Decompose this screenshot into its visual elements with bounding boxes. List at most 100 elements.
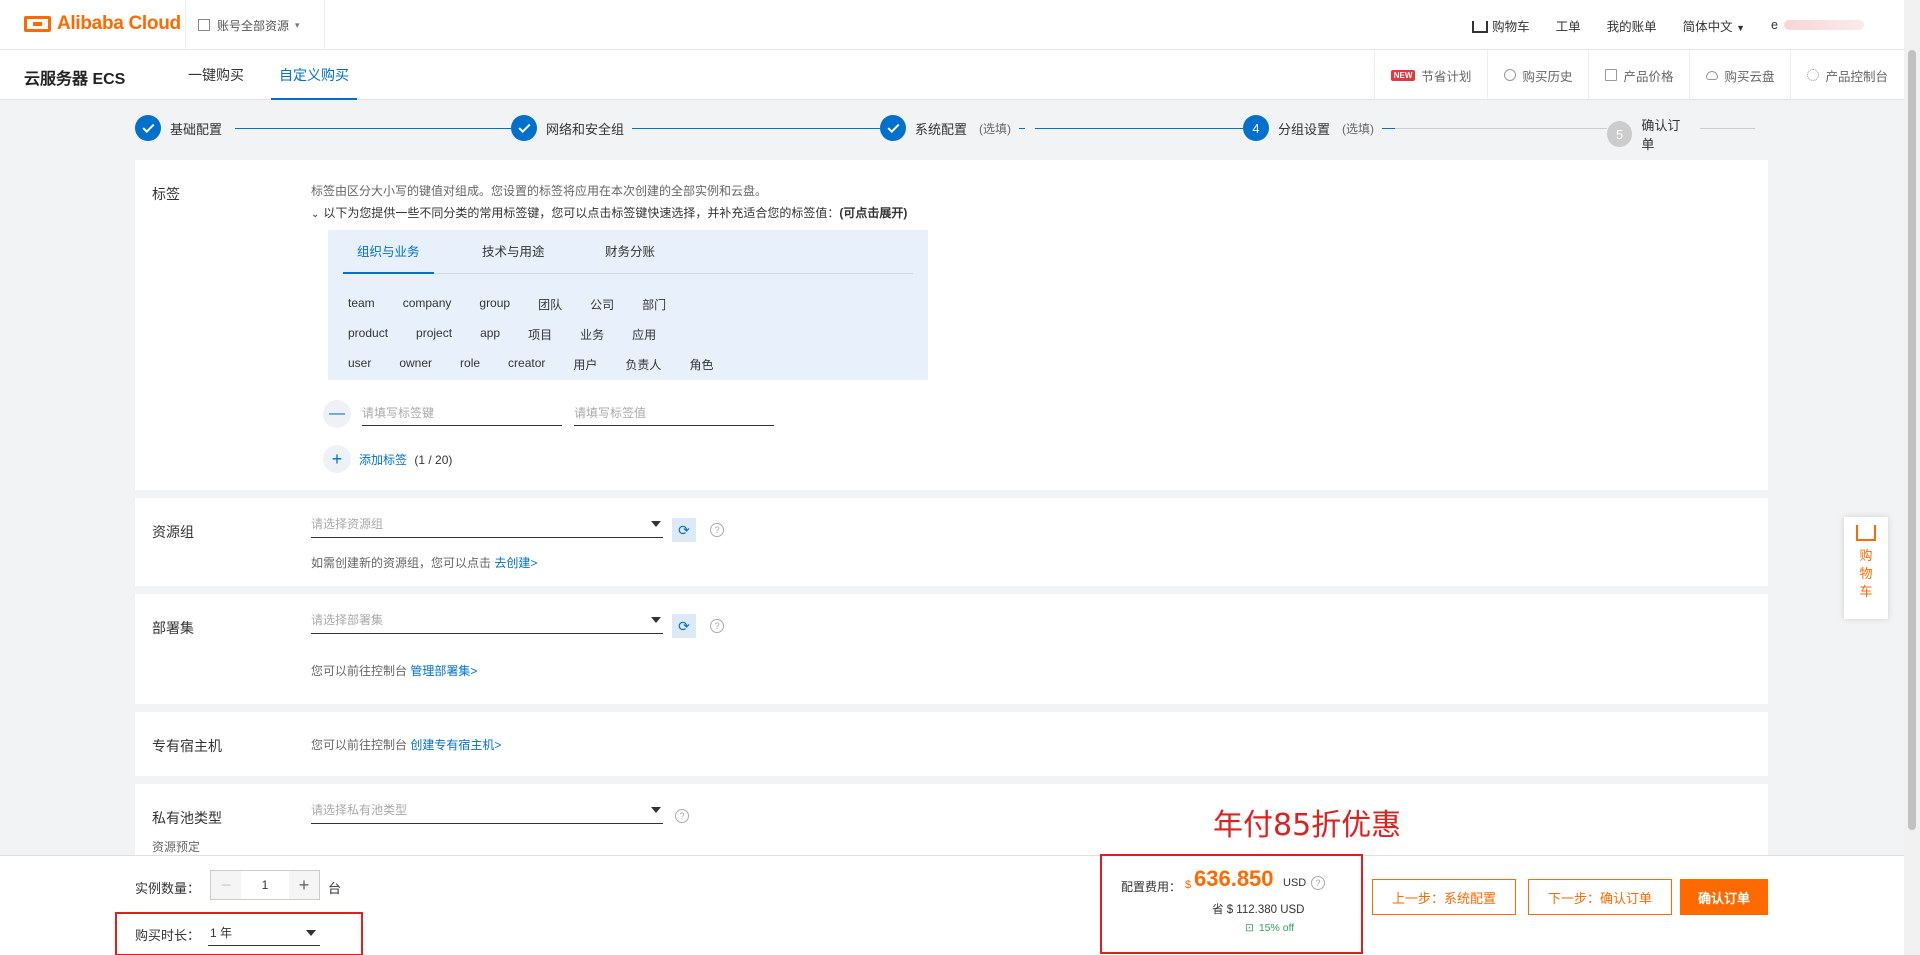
resource-group-select[interactable]: 请选择资源组 bbox=[311, 510, 663, 538]
cost-label: 配置费用： bbox=[1121, 880, 1182, 894]
tag-key[interactable]: 用户 bbox=[573, 356, 597, 373]
tab-org-business[interactable]: 组织与业务 bbox=[343, 230, 434, 274]
refresh-icon[interactable]: ⟳ bbox=[672, 518, 696, 542]
decrement-button[interactable]: − bbox=[211, 871, 241, 899]
tag-key-input[interactable]: 请填写标签键 bbox=[362, 400, 562, 426]
resource-scope-selector[interactable]: 账号全部资源 ▾ bbox=[185, 0, 325, 50]
step-group-settings[interactable]: 4 分组设置 (选填) bbox=[1243, 115, 1383, 141]
quantity-label: 实例数量： bbox=[135, 881, 201, 896]
private-pool-label: 私有池类型 bbox=[152, 810, 222, 826]
deployment-set-label: 部署集 bbox=[152, 620, 194, 636]
dedicated-host-hint-text: 您可以前往控制台 bbox=[311, 738, 408, 752]
savings-plan-link[interactable]: NEW 节省计划 bbox=[1373, 50, 1488, 100]
tag-key[interactable]: 项目 bbox=[528, 326, 552, 343]
increment-button[interactable]: + bbox=[289, 871, 319, 899]
tag-key[interactable]: 角色 bbox=[689, 356, 713, 373]
quantity-stepper[interactable]: − 1 + bbox=[210, 870, 320, 900]
tag-key[interactable]: 业务 bbox=[580, 326, 604, 343]
help-icon[interactable]: ? bbox=[710, 523, 724, 537]
tags-section: 标签 标签由区分大小写的键值对组成。您设置的标签将应用在本次创建的全部实例和云盘… bbox=[135, 160, 1768, 490]
check-icon bbox=[141, 120, 155, 133]
resource-list-icon bbox=[198, 19, 210, 31]
chevron-down-icon: ⌄ bbox=[311, 209, 320, 220]
step-done-circle bbox=[135, 115, 161, 141]
alibaba-cloud-logo[interactable]: Alibaba Cloud bbox=[24, 13, 181, 35]
remove-tag-button[interactable]: — bbox=[323, 400, 351, 428]
tag-key[interactable]: company bbox=[403, 296, 452, 313]
tag-key[interactable]: 部门 bbox=[642, 296, 666, 313]
step-label: 网络和安全组 bbox=[546, 121, 625, 137]
confirm-order-button[interactable]: 确认订单 bbox=[1680, 879, 1768, 915]
duration-label: 购买时长： bbox=[135, 928, 201, 943]
document-icon bbox=[1605, 69, 1618, 81]
tag-key[interactable]: user bbox=[348, 356, 371, 373]
top-bar: Alibaba Cloud 账号全部资源 ▾ 购物车 工单 我的账单 简体中文 … bbox=[0, 0, 1904, 50]
scrollbar-thumb[interactable] bbox=[1908, 50, 1916, 830]
tag-key[interactable]: group bbox=[479, 296, 510, 313]
product-price-link[interactable]: 产品价格 bbox=[1588, 50, 1689, 100]
prev-step-button[interactable]: 上一步：系统配置 bbox=[1372, 879, 1516, 915]
tag-key-row: product project app 项目 业务 应用 bbox=[348, 326, 684, 343]
floating-cart[interactable]: 购 物 车 bbox=[1844, 517, 1888, 619]
product-nav: 云服务器 ECS 一键购买 自定义购买 NEW 节省计划 购买历史 产品价格 购买… bbox=[0, 50, 1904, 100]
chevron-down-icon: ▾ bbox=[295, 19, 300, 30]
refresh-icon[interactable]: ⟳ bbox=[672, 614, 696, 638]
tag-key[interactable]: 应用 bbox=[632, 326, 656, 343]
deployment-set-select[interactable]: 请选择部署集 bbox=[311, 606, 663, 634]
discount-badge: ⊡ 15% off bbox=[1245, 922, 1294, 934]
help-icon[interactable]: ? bbox=[675, 809, 689, 823]
tag-key[interactable]: 负责人 bbox=[625, 356, 661, 373]
tag-key[interactable]: product bbox=[348, 326, 388, 343]
add-tag-link[interactable]: 添加标签 bbox=[359, 453, 407, 467]
quantity-value[interactable]: 1 bbox=[241, 871, 289, 899]
cart-link[interactable]: 购物车 bbox=[1472, 16, 1530, 35]
tag-key[interactable]: creator bbox=[508, 356, 545, 373]
savings-plan-label: 节省计划 bbox=[1421, 69, 1472, 84]
ticket-link[interactable]: 工单 bbox=[1556, 16, 1581, 35]
private-pool-placeholder: 请选择私有池类型 bbox=[311, 803, 408, 817]
tag-key[interactable]: team bbox=[348, 296, 375, 313]
help-icon[interactable]: ? bbox=[1311, 876, 1325, 890]
buy-disk-link[interactable]: 购买云盘 bbox=[1689, 50, 1790, 100]
language-selector[interactable]: 简体中文 ▼ bbox=[1683, 16, 1745, 35]
next-step-button[interactable]: 下一步：确认订单 bbox=[1528, 879, 1672, 915]
private-pool-select[interactable]: 请选择私有池类型 bbox=[311, 796, 663, 824]
tag-key[interactable]: 公司 bbox=[590, 296, 614, 313]
tag-key[interactable]: app bbox=[480, 326, 500, 343]
cost-unit: USD bbox=[1283, 877, 1307, 889]
duration-select[interactable]: 1 年 bbox=[208, 920, 320, 946]
quantity-unit: 台 bbox=[328, 881, 342, 896]
tags-hint[interactable]: ⌄ 以下为您提供一些不同分类的常用标签键，您可以点击标签键快速选择，并补充适合您的… bbox=[311, 204, 907, 221]
tab-finance[interactable]: 财务分账 bbox=[591, 230, 669, 274]
scrollbar[interactable] bbox=[1904, 0, 1920, 955]
product-price-label: 产品价格 bbox=[1623, 69, 1674, 84]
step-confirm-order[interactable]: 5 确认订单 bbox=[1607, 115, 1700, 153]
step-network-security[interactable]: 网络和安全组 bbox=[511, 115, 633, 141]
tag-key[interactable]: 团队 bbox=[538, 296, 562, 313]
step-system-config[interactable]: 系统配置 (选填) bbox=[880, 115, 1020, 141]
tab-tech-usage[interactable]: 技术与用途 bbox=[468, 230, 559, 274]
tag-suggestion-panel: 组织与业务 技术与用途 财务分账 team company group 团队 公… bbox=[328, 230, 928, 380]
bill-link[interactable]: 我的账单 bbox=[1607, 16, 1657, 35]
tag-key[interactable]: role bbox=[460, 356, 480, 373]
tab-custom-buy[interactable]: 自定义购买 bbox=[271, 50, 357, 100]
tag-category-tabs: 组织与业务 技术与用途 财务分账 bbox=[343, 230, 913, 274]
account-menu[interactable]: e bbox=[1771, 18, 1864, 32]
step-basic-config[interactable]: 基础配置 bbox=[135, 115, 231, 141]
tag-key[interactable]: project bbox=[416, 326, 452, 343]
caret-down-icon: ▼ bbox=[1736, 22, 1746, 33]
console-link[interactable]: 产品控制台 bbox=[1790, 50, 1904, 100]
manage-deployment-set-link[interactable]: 管理部署集> bbox=[410, 664, 477, 678]
step-optional: (选填) bbox=[979, 121, 1012, 136]
create-dedicated-host-link[interactable]: 创建专有宿主机> bbox=[410, 738, 501, 752]
purchase-history-link[interactable]: 购买历史 bbox=[1487, 50, 1588, 100]
savings-text: 省 $ 112.380 USD bbox=[1212, 904, 1305, 916]
tag-key[interactable]: owner bbox=[399, 356, 432, 373]
help-icon[interactable]: ? bbox=[710, 619, 724, 633]
tag-value-input[interactable]: 请填写标签值 bbox=[574, 400, 774, 426]
new-badge: NEW bbox=[1390, 69, 1416, 81]
add-tag-icon[interactable]: + bbox=[323, 445, 351, 473]
create-resource-group-link[interactable]: 去创建> bbox=[494, 556, 537, 570]
tab-quick-buy[interactable]: 一键购买 bbox=[188, 50, 244, 100]
nav-right-links: NEW 节省计划 购买历史 产品价格 购买云盘 产品控制台 bbox=[1373, 50, 1904, 100]
